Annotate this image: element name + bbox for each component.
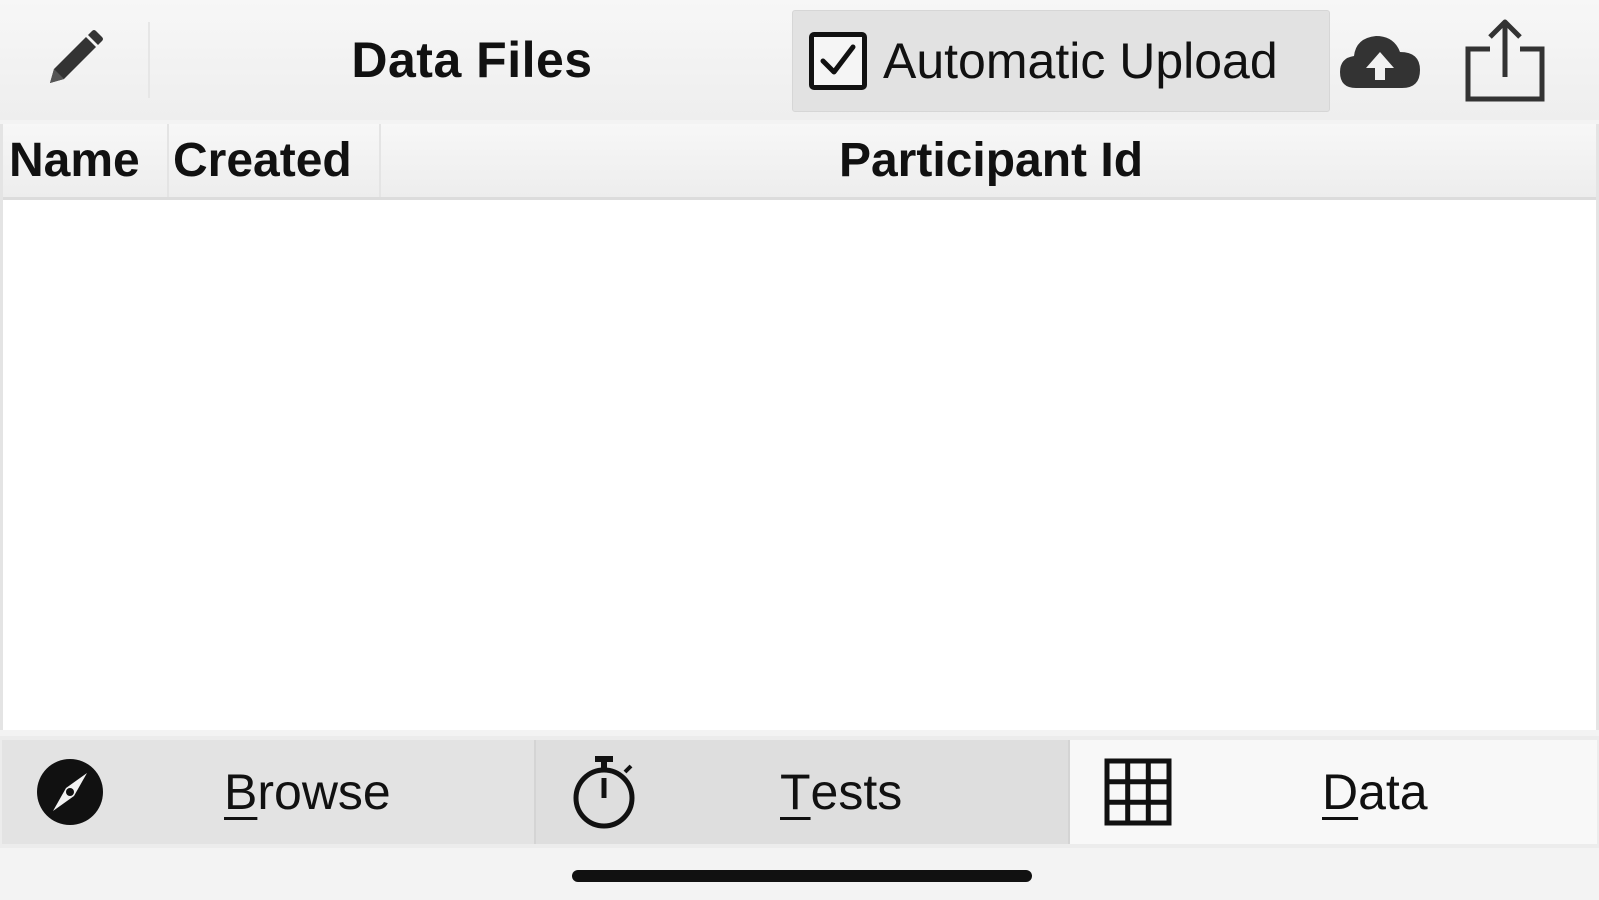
tab-data-label: Data xyxy=(1322,764,1428,820)
data-files-table: Name Created Participant Id xyxy=(0,124,1599,730)
column-header-name[interactable]: Name xyxy=(9,124,155,197)
upload-button[interactable] xyxy=(1335,20,1425,104)
table-header: Name Created Participant Id xyxy=(3,124,1596,200)
tab-bar: Browse Tests Data xyxy=(0,736,1599,848)
data-files-screen: Data Files Automatic Upload Name Created… xyxy=(0,0,1599,900)
tab-tests-label: Tests xyxy=(780,764,903,820)
share-button[interactable] xyxy=(1450,14,1560,108)
compass-icon xyxy=(37,759,103,825)
share-icon xyxy=(1465,19,1545,102)
cloud-upload-icon xyxy=(1340,36,1420,88)
tab-tests[interactable]: Tests xyxy=(536,740,1070,844)
checkmark-icon xyxy=(820,44,856,75)
tab-data[interactable]: Data xyxy=(1070,740,1597,844)
edit-button[interactable] xyxy=(8,10,138,110)
table-body xyxy=(3,200,1596,730)
automatic-upload-label: Automatic Upload xyxy=(883,33,1278,89)
toolbar: Data Files Automatic Upload xyxy=(0,0,1599,120)
pencil-icon xyxy=(50,30,103,83)
automatic-upload-toggle[interactable]: Automatic Upload xyxy=(792,10,1330,112)
column-header-created[interactable]: Created xyxy=(167,124,383,197)
column-header-participant-id[interactable]: Participant Id xyxy=(379,124,1599,197)
grid-icon xyxy=(1104,758,1172,826)
tab-browse-label: Browse xyxy=(224,764,391,820)
home-indicator[interactable] xyxy=(572,870,1032,882)
automatic-upload-checkbox[interactable] xyxy=(809,32,867,90)
page-title: Data Files xyxy=(351,32,593,88)
stopwatch-icon xyxy=(573,756,635,829)
toolbar-divider xyxy=(148,22,150,98)
tab-browse[interactable]: Browse xyxy=(2,740,536,844)
